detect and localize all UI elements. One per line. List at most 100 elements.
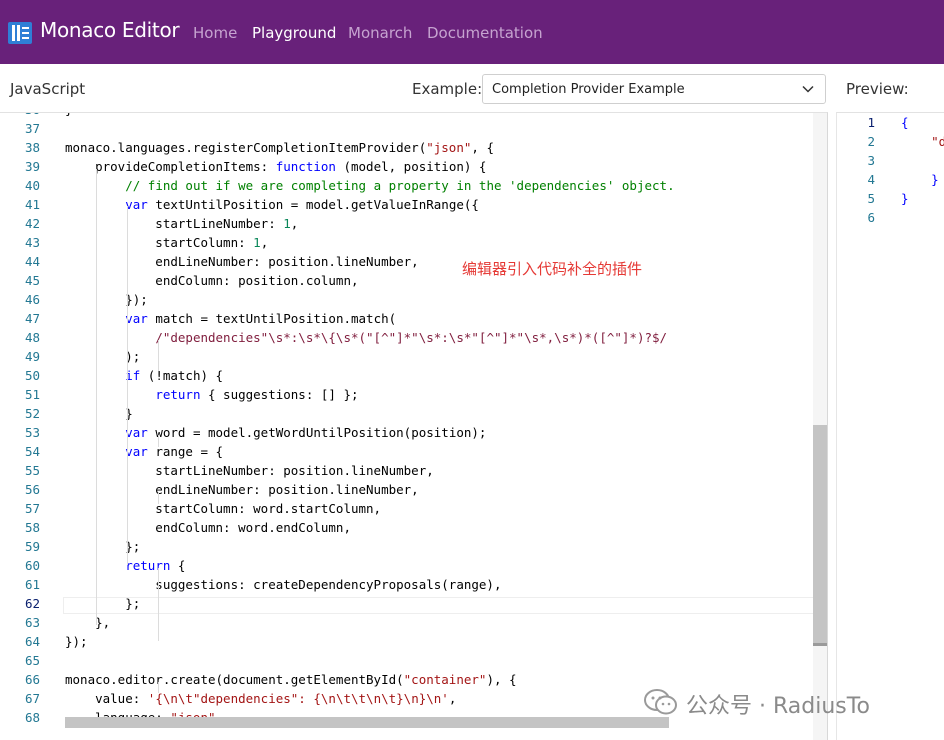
code-line[interactable]: }; — [65, 539, 140, 554]
code-line[interactable]: var range = { — [65, 444, 223, 459]
indent-guide — [96, 169, 97, 625]
line-number: 66 — [24, 672, 40, 687]
vertical-scrollbar-thumb[interactable] — [813, 425, 827, 645]
line-number: 49 — [24, 349, 40, 364]
line-number: 56 — [24, 482, 40, 497]
code-line[interactable]: }); — [65, 292, 148, 307]
preview-line-number: 6 — [867, 210, 875, 225]
preview-label: Preview: — [846, 80, 909, 98]
indent-guide — [158, 568, 159, 641]
nav-documentation[interactable]: Documentation — [427, 24, 543, 42]
example-select-value: Completion Provider Example — [492, 82, 685, 97]
code-line[interactable]: var match = textUntilPosition.match( — [65, 311, 396, 326]
indent-guide — [158, 340, 159, 371]
code-line[interactable]: provideCompletionItems: function (model,… — [65, 159, 486, 174]
code-line[interactable]: endColumn: position.column, — [65, 273, 358, 288]
example-label: Example: — [412, 80, 483, 98]
line-number: 55 — [24, 463, 40, 478]
annotation-text: 编辑器引入代码补全的插件 — [462, 260, 643, 278]
line-number: 64 — [24, 634, 40, 649]
line-number: 53 — [24, 425, 40, 440]
code-line[interactable]: }; — [65, 596, 140, 611]
nav-playground[interactable]: Playground — [252, 24, 336, 42]
line-number: 65 — [24, 653, 40, 668]
code-line[interactable]: } — [65, 113, 73, 117]
nav-home[interactable]: Home — [193, 24, 237, 42]
code-line[interactable]: startColumn: word.startColumn, — [65, 501, 381, 516]
indent-guide — [158, 492, 159, 504]
line-number: 39 — [24, 159, 40, 174]
line-number: 61 — [24, 577, 40, 592]
preview-line-number: 2 — [867, 134, 875, 149]
preview-line-number: 3 — [867, 153, 875, 168]
preview-line-number: 4 — [867, 172, 875, 187]
code-editor[interactable]: 36} 37 38 monaco.languages.registerCompleti… — [0, 112, 828, 740]
line-number: 57 — [24, 501, 40, 516]
code-line[interactable]: }); — [65, 634, 88, 649]
code-line[interactable]: startLineNumber: position.lineNumber, — [65, 463, 433, 478]
line-number: 54 — [24, 444, 40, 459]
code-line[interactable]: // find out if we are completing a prope… — [65, 178, 674, 193]
line-number: 68 — [24, 710, 40, 725]
indent-guide — [127, 206, 128, 565]
line-number: 43 — [24, 235, 40, 250]
line-number: 40 — [24, 178, 40, 193]
indent-guide — [158, 435, 159, 447]
code-line[interactable]: }, — [65, 615, 110, 630]
language-label: JavaScript — [10, 80, 86, 98]
monaco-logo-icon — [8, 22, 32, 44]
code-line[interactable]: startLineNumber: 1, — [65, 216, 298, 231]
line-number: 67 — [24, 691, 40, 706]
code-line[interactable]: } — [65, 406, 133, 421]
code-line[interactable]: if (!match) { — [65, 368, 223, 383]
code-line[interactable]: endLineNumber: position.lineNumber, — [65, 482, 418, 497]
scrollbar-cursor-marker — [813, 643, 827, 646]
preview-code-line[interactable]: { — [901, 115, 909, 130]
code-line[interactable]: var word = model.getWordUntilPosition(po… — [65, 425, 486, 440]
top-nav-bar: Monaco Editor Home Playground Monarch Do… — [0, 0, 944, 64]
line-number: 60 — [24, 558, 40, 573]
line-number: 44 — [24, 254, 40, 269]
line-number: 59 — [24, 539, 40, 554]
line-number: 47 — [24, 311, 40, 326]
chevron-down-icon — [802, 85, 814, 93]
line-number: 51 — [24, 387, 40, 402]
line-number: 48 — [24, 330, 40, 345]
code-line[interactable]: endColumn: word.endColumn, — [65, 520, 351, 535]
preview-line-number: 1 — [867, 115, 875, 130]
watermark-text: 公众号 · RadiusTo — [686, 694, 870, 719]
nav-monarch[interactable]: Monarch — [348, 24, 412, 42]
code-line[interactable]: monaco.editor.create(document.getElement… — [65, 672, 517, 687]
line-number: 45 — [24, 273, 40, 288]
line-number: 63 — [24, 615, 40, 630]
line-number: 38 — [24, 140, 40, 155]
line-number: 50 — [24, 368, 40, 383]
horizontal-scrollbar-thumb[interactable] — [65, 717, 669, 728]
brand-title[interactable]: Monaco Editor — [40, 18, 180, 42]
wechat-icon — [644, 689, 677, 715]
code-line[interactable]: value: '{\n\t"dependencies": {\n\t\t\n\t… — [65, 691, 456, 706]
code-line[interactable]: endLineNumber: position.lineNumber, — [65, 254, 418, 269]
line-number: 62 — [24, 596, 40, 611]
code-line[interactable]: /"dependencies"\s*:\s*\{\s*("[^"]*"\s*:\… — [65, 330, 667, 345]
code-line[interactable]: monaco.languages.registerCompletionItemP… — [65, 140, 494, 155]
preview-pane[interactable]: 1 {2 "d 3 4 } 5} 6 — [836, 112, 944, 740]
line-number: 42 — [24, 216, 40, 231]
code-line[interactable]: return { — [65, 558, 185, 573]
preview-code-line[interactable]: "d — [901, 134, 944, 149]
indent-guide — [158, 682, 159, 693]
example-select[interactable]: Completion Provider Example — [482, 74, 826, 104]
line-number: 36 — [0, 113, 40, 117]
current-line-highlight — [63, 597, 826, 614]
line-number: 52 — [24, 406, 40, 421]
preview-line-number: 5 — [867, 191, 875, 206]
code-line[interactable]: suggestions: createDependencyProposals(r… — [65, 577, 501, 592]
line-number: 37 — [24, 121, 40, 136]
line-number: 46 — [24, 292, 40, 307]
line-number: 41 — [24, 197, 40, 212]
code-line[interactable]: ); — [65, 349, 140, 364]
preview-code-line[interactable]: } — [901, 172, 939, 187]
code-line[interactable]: return { suggestions: [] }; — [65, 387, 358, 402]
preview-code-line[interactable]: } — [901, 191, 909, 206]
line-number: 58 — [24, 520, 40, 535]
